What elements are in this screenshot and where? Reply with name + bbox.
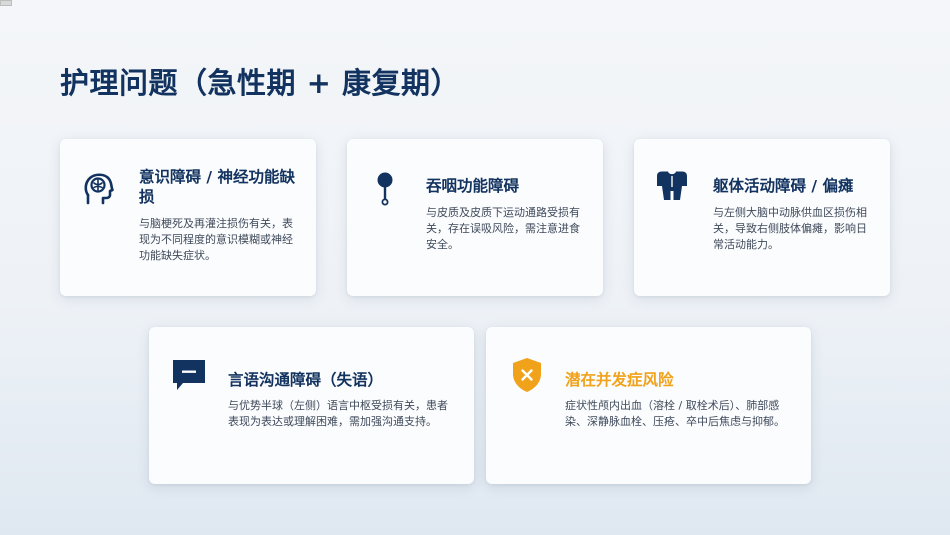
page-title: 护理问题（急性期 + 康复期） [60, 66, 460, 100]
card-description: 与优势半球（左侧）语言中枢受损有关，患者表现为表达或理解困难，需加强沟通支持。 [228, 399, 448, 428]
card-title: 言语沟通障碍（失语） [228, 371, 384, 389]
speech-bubble-icon [169, 355, 209, 395]
card-swallowing: 吞咽功能障碍 与皮质及皮质下运动通路受损有关，存在误吸风险，需注意进食安全。 [347, 139, 603, 296]
throat-pin-icon [365, 168, 405, 208]
card-description: 与皮质及皮质下运动通路受损有关，存在误吸风险，需注意进食安全。 [426, 206, 580, 251]
card-description: 与脑梗死及再灌注损伤有关，表现为不同程度的意识模糊或神经功能缺失症状。 [139, 217, 293, 262]
card-description: 与左侧大脑中动脉供血区损伤相关，导致右侧肢体偏瘫，影响日常活动能力。 [713, 206, 867, 251]
corner-marker [0, 0, 12, 6]
card-mobility: 躯体活动障碍 / 偏瘫 与左侧大脑中动脉供血区损伤相关，导致右侧肢体偏瘫，影响日… [634, 139, 890, 296]
card-title: 意识障碍 / 神经功能缺损 [139, 168, 295, 206]
shield-warning-icon [507, 355, 547, 395]
card-title: 吞咽功能障碍 [426, 177, 520, 195]
card-complications: 潜在并发症风险 症状性颅内出血（溶栓 / 取栓术后）、肺部感染、深静脉血栓、压疮… [486, 327, 811, 484]
head-brain-icon [79, 168, 119, 208]
card-description: 症状性颅内出血（溶栓 / 取栓术后）、肺部感染、深静脉血栓、压疮、卒中后焦虑与抑… [565, 399, 785, 428]
torso-body-icon [652, 167, 692, 207]
card-title: 潜在并发症风险 [565, 371, 674, 389]
card-communication: 言语沟通障碍（失语） 与优势半球（左侧）语言中枢受损有关，患者表现为表达或理解困… [149, 327, 474, 484]
card-consciousness: 意识障碍 / 神经功能缺损 与脑梗死及再灌注损伤有关，表现为不同程度的意识模糊或… [60, 139, 316, 296]
card-title: 躯体活动障碍 / 偏瘫 [713, 177, 854, 195]
